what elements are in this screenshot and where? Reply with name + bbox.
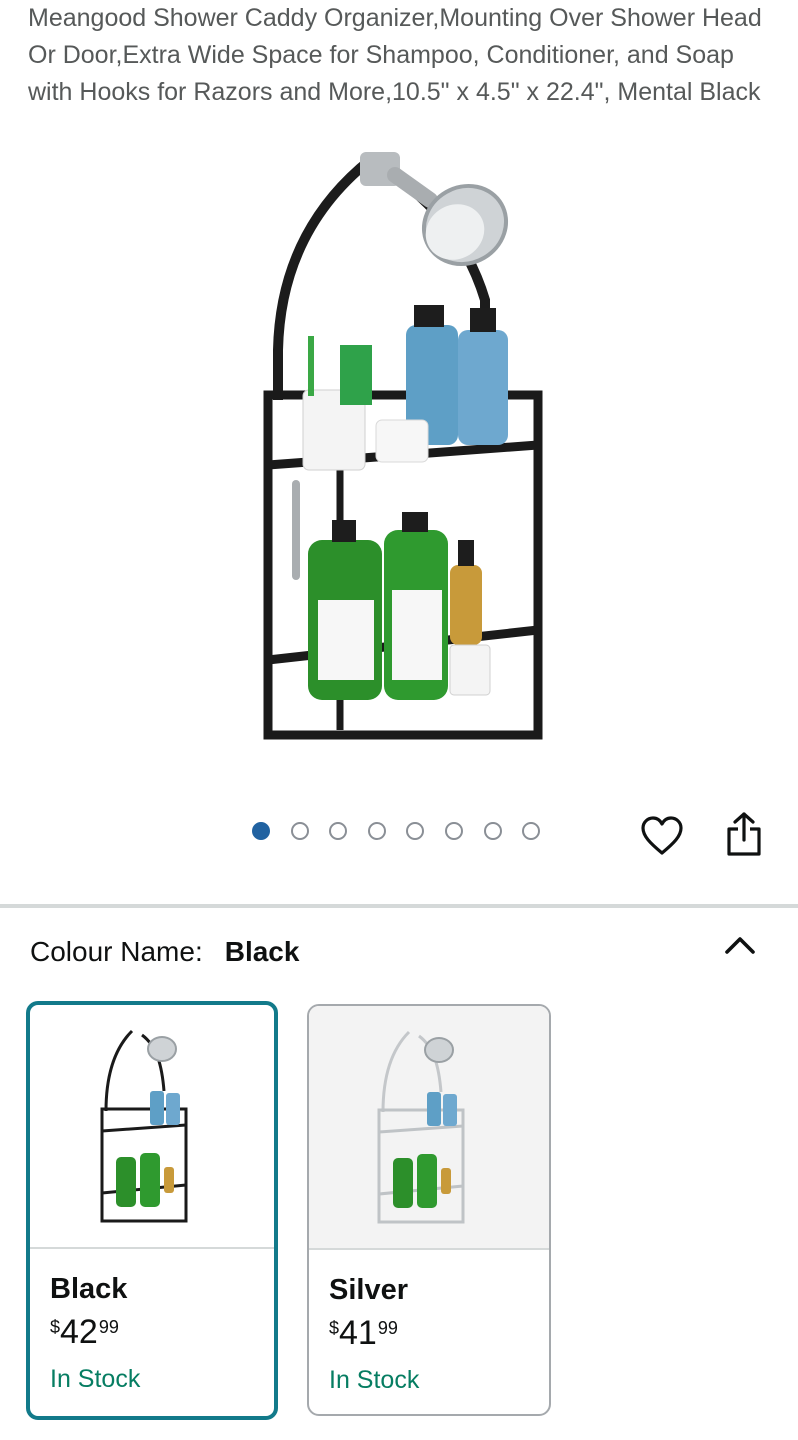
price-currency: $	[50, 1317, 61, 1337]
price-whole: 42	[60, 1313, 98, 1351]
carousel-dot-8[interactable]	[522, 822, 541, 840]
product-title: Meangood Shower Caddy Organizer,Mounting…	[28, 4, 762, 106]
selected-colour-value: Black	[224, 936, 300, 967]
chevron-up-icon	[725, 937, 755, 954]
carousel-dot-5[interactable]	[406, 822, 425, 840]
colour-option-black[interactable]: Black $ 42 99 In Stock	[26, 1001, 278, 1420]
price-fraction: 99	[377, 1318, 398, 1338]
carousel-dot-7[interactable]	[483, 822, 502, 840]
share-button[interactable]	[720, 808, 768, 860]
silver-caddy-thumbnail	[377, 1030, 465, 1224]
carousel-dot-4[interactable]	[367, 822, 386, 840]
price-currency: $	[329, 1318, 340, 1338]
availability-status: In Stock	[329, 1366, 420, 1394]
colour-option-image	[30, 1005, 274, 1249]
price-fraction: 99	[98, 1317, 119, 1337]
heart-icon	[641, 816, 683, 855]
product-image[interactable]	[200, 140, 600, 760]
carousel-dot-1[interactable]	[252, 822, 270, 840]
availability-status: In Stock	[50, 1365, 141, 1393]
colour-option-silver[interactable]: Silver $ 41 99 In Stock	[307, 1004, 551, 1416]
carousel-dot-6[interactable]	[444, 822, 463, 840]
price-whole: 41	[339, 1314, 377, 1352]
colour-option-price: $ 41 99	[329, 1314, 549, 1352]
shower-caddy-image	[263, 152, 543, 740]
add-to-wishlist-button[interactable]	[638, 812, 686, 860]
colour-selector-header: Colour Name: Black	[30, 932, 299, 972]
collapse-colour-button[interactable]	[722, 928, 758, 964]
carousel-dot-3[interactable]	[329, 822, 348, 840]
image-carousel-dots[interactable]	[252, 820, 561, 842]
carousel-dot-2[interactable]	[290, 822, 309, 840]
colour-option-price: $ 42 99	[50, 1313, 274, 1351]
colour-option-name: Silver	[329, 1274, 408, 1306]
colour-option-name: Black	[50, 1273, 128, 1305]
colour-option-image	[309, 1006, 549, 1250]
section-divider	[0, 904, 798, 908]
black-caddy-thumbnail	[100, 1029, 188, 1223]
share-icon	[727, 812, 761, 856]
colour-name-label: Colour Name:	[30, 936, 203, 967]
